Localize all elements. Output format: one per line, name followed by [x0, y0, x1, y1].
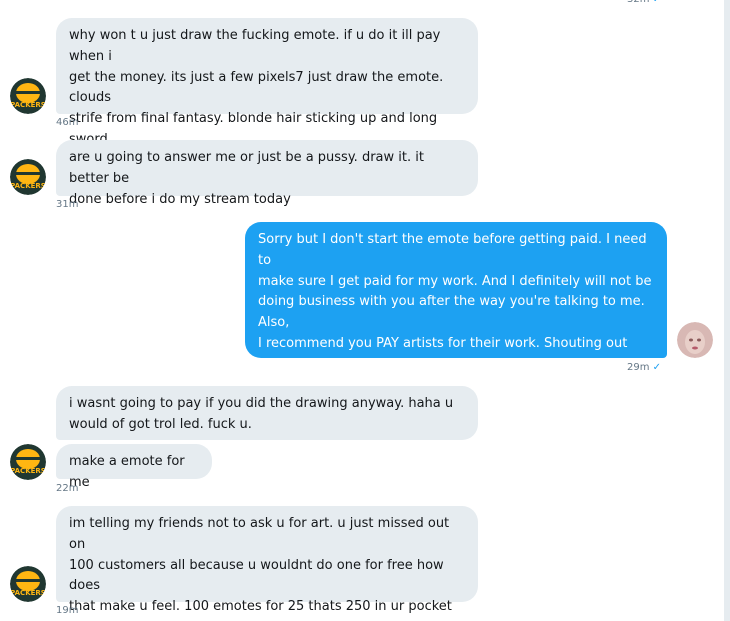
message-timestamp: 31m: [56, 199, 79, 210]
message-timestamp: 46m: [56, 117, 79, 128]
scrollbar-track[interactable]: [724, 0, 730, 621]
message-timestamp: 32m ✓: [627, 0, 661, 6]
avatar-text: PACKERS: [10, 182, 46, 190]
helmet-icon: PACKERS: [10, 444, 46, 480]
helmet-icon: PACKERS: [10, 566, 46, 602]
user-photo-icon: [677, 322, 713, 358]
read-check-icon: ✓: [652, 362, 662, 373]
helmet-icon: PACKERS: [10, 159, 46, 195]
incoming-message[interactable]: are u going to answer me or just be a pu…: [56, 140, 478, 207]
avatar-text: PACKERS: [10, 467, 46, 475]
message-timestamp: 29m ✓: [627, 362, 661, 374]
read-check-icon: ✓: [653, 0, 661, 5]
packers-avatar[interactable]: PACKERS: [10, 78, 46, 114]
timestamp-text: 32m: [627, 0, 649, 5]
packers-avatar[interactable]: PACKERS: [10, 566, 46, 602]
incoming-message[interactable]: make a emote for me: [56, 444, 212, 490]
helmet-icon: PACKERS: [10, 78, 46, 114]
timestamp-text: 29m: [627, 362, 650, 373]
avatar-text: PACKERS: [10, 101, 46, 109]
avatar-text: PACKERS: [10, 589, 46, 597]
message-timestamp: 19m: [56, 605, 79, 616]
outgoing-message[interactable]: Sorry but I don't start the emote before…: [245, 222, 667, 413]
user-avatar[interactable]: [677, 322, 713, 358]
packers-avatar[interactable]: PACKERS: [10, 444, 46, 480]
incoming-message[interactable]: im telling my friends not to ask u for a…: [56, 506, 478, 621]
incoming-message[interactable]: why won t u just draw the fucking emote.…: [56, 18, 478, 168]
incoming-message[interactable]: i wasnt going to pay if you did the draw…: [56, 386, 478, 440]
dm-conversation: 32m ✓ why won t u just draw the fucking …: [0, 0, 730, 621]
message-timestamp: 22m: [56, 483, 79, 494]
packers-avatar[interactable]: PACKERS: [10, 159, 46, 195]
